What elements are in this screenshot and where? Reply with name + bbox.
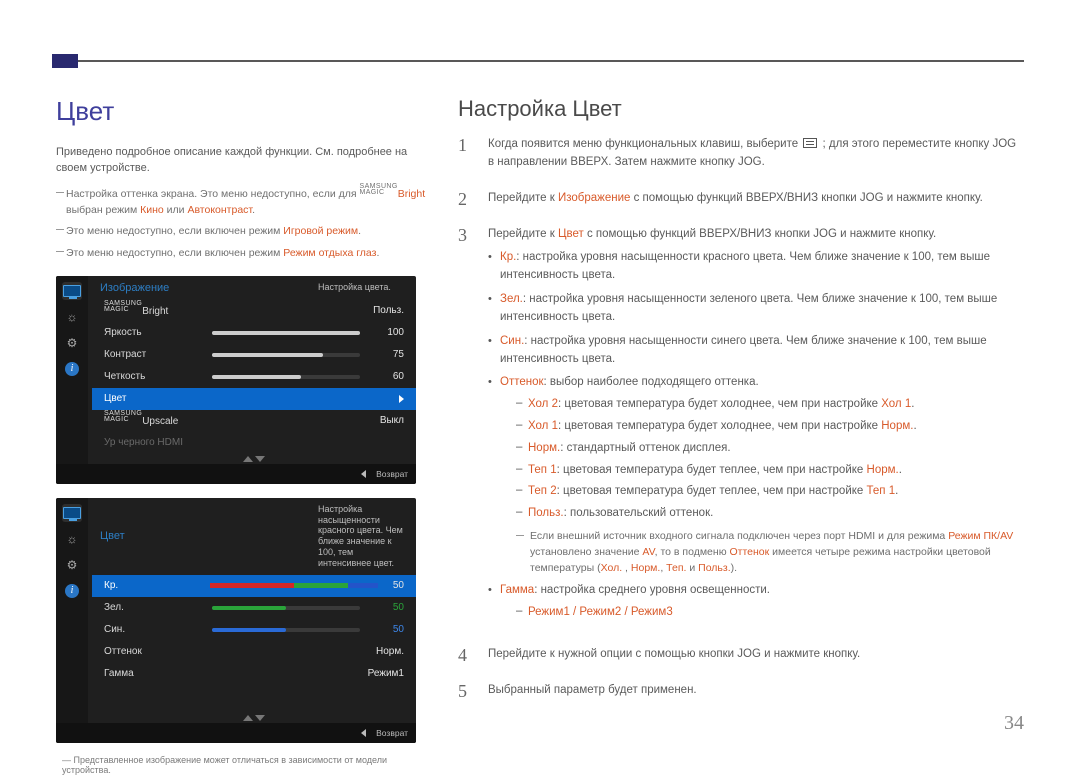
osd-title: Цвет [100,530,125,542]
intro-text: Приведено подробное описание каждой функ… [56,145,426,177]
note-2: Это меню недоступно, если включен режим … [66,224,426,240]
chevron-right-icon [399,395,404,403]
step-3: 3 Перейдите к Цвет с помощью функций ВВЕ… [458,226,1024,628]
note-1: Настройка оттенка экрана. Это меню недос… [66,187,426,219]
osd-panel-image: Изображение Настройка цвета. SAMSUNGMAGI… [56,276,416,484]
gear-icon[interactable] [62,556,82,574]
return-label[interactable]: Возврат [376,469,408,479]
two-column-layout: Цвет Приведено подробное описание каждой… [56,96,1024,775]
osd-panel-color: Цвет Настройка насыщенности красного цве… [56,498,416,743]
step-4: 4 Перейдите к нужной опции с помощью кно… [458,646,1024,664]
arrow-down-icon [255,456,265,462]
hdmi-note: Если внешний источник входного сигнала п… [516,529,1024,576]
samsung-magic-prefix: SAMSUNGMAGIC [360,185,398,196]
arrow-down-icon [255,715,265,721]
row-blue[interactable]: Син. 50 [92,619,416,641]
osd-footer: Возврат [56,464,416,484]
row-magic-bright[interactable]: SAMSUNGMAGICBright Польз. [92,300,416,322]
arrow-left-icon[interactable] [361,470,366,478]
row-gamma[interactable]: Гамма Режим1 [92,663,416,685]
arrow-up-icon [243,456,253,462]
row-contrast[interactable]: Контраст 75 [92,344,416,366]
row-red[interactable]: Кр. 50 [92,575,416,597]
image-disclaimer: Представленное изображение может отличат… [62,755,426,775]
steps-list: 1 Когда появится меню функциональных кла… [458,136,1024,700]
bullet-tone: Оттенок: выбор наиболее подходящего отте… [488,374,1024,576]
row-green[interactable]: Зел. 50 [92,597,416,619]
right-column: Настройка Цвет 1 Когда появится меню фун… [458,96,1024,775]
section-heading-color: Цвет [56,96,426,127]
page: Цвет Приведено подробное описание каждой… [0,0,1080,763]
step-2: 2 Перейдите к Изображение с помощью функ… [458,190,1024,208]
osd-title: Изображение [100,282,169,294]
row-sharpness[interactable]: Четкость 60 [92,366,416,388]
bullet-red: Кр.: настройка уровня насыщенности красн… [488,249,1024,285]
monitor-icon[interactable] [62,504,82,522]
row-color-selected[interactable]: Цвет [92,388,416,410]
bullet-blue: Син.: настройка уровня насыщенности сине… [488,333,1024,369]
arrow-left-icon[interactable] [361,729,366,737]
up-down-arrows[interactable] [56,713,416,723]
osd-footer: Возврат [56,723,416,743]
row-tone[interactable]: Оттенок Норм. [92,641,416,663]
row-hdmi-black: Ур черного HDMI [92,432,416,454]
arrow-up-icon [243,715,253,721]
red-bar [210,583,378,588]
top-rule [56,60,1024,62]
osd-desc: Настройка насыщенности красного цвета. Ч… [318,504,406,569]
page-number: 34 [1004,712,1024,735]
row-upscale[interactable]: SAMSUNGMAGICUpscale Выкл [92,410,416,432]
left-column: Цвет Приведено подробное описание каждой… [56,96,426,775]
osd-desc: Настройка цвета. [318,282,406,293]
bullet-gamma: Гамма: настройка среднего уровня освещен… [488,582,1024,622]
monitor-icon[interactable] [62,282,82,300]
bullet-green: Зел.: настройка уровня насыщенности зеле… [488,291,1024,327]
up-down-arrows[interactable] [56,454,416,464]
brightness-icon[interactable] [62,530,82,548]
row-brightness[interactable]: Яркость 100 [92,322,416,344]
return-label[interactable]: Возврат [376,728,408,738]
step-1: 1 Когда появится меню функциональных кла… [458,136,1024,172]
step-5: 5 Выбранный параметр будет применен. [458,682,1024,700]
menu-icon [803,138,817,148]
section-heading-setup-color: Настройка Цвет [458,96,1024,122]
note-3: Это меню недоступно, если включен режим … [66,246,426,262]
notes: Настройка оттенка экрана. Это меню недос… [56,187,426,262]
